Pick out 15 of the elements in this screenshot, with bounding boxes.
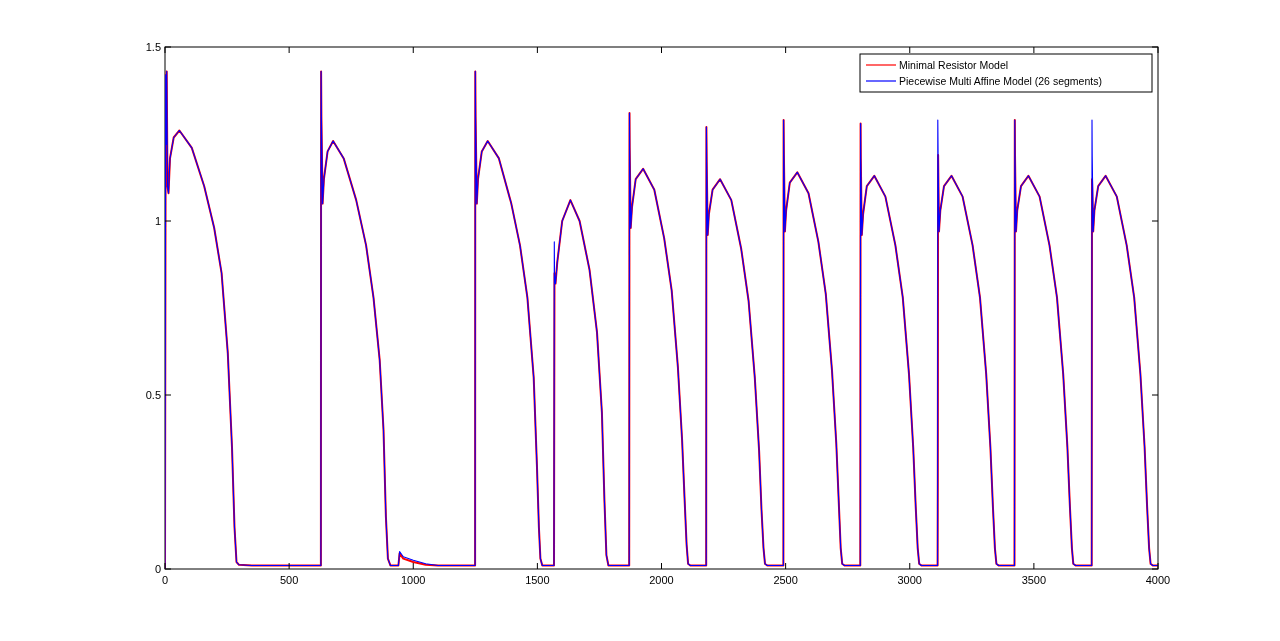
x-tick-label: 3000 bbox=[897, 574, 922, 586]
y-tick-label: 1 bbox=[154, 215, 161, 227]
x-tick-label: 3500 bbox=[1021, 574, 1047, 586]
x-tick-label: 2000 bbox=[649, 574, 674, 586]
x-tick-label: 2500 bbox=[773, 574, 798, 586]
x-tick-label: 0 bbox=[161, 574, 169, 586]
legend-label: Piecewise Multi Affine Model (26 segments) bbox=[899, 75, 1102, 87]
y-tick-label: 0.5 bbox=[145, 389, 161, 401]
x-tick-label: 1500 bbox=[525, 574, 550, 586]
x-tick-label: 1000 bbox=[401, 574, 426, 586]
x-tick-label: 500 bbox=[279, 574, 299, 586]
y-tick-label: 1.5 bbox=[145, 41, 161, 53]
legend-label: Minimal Resistor Model bbox=[899, 59, 1009, 71]
y-tick-label: 0 bbox=[154, 563, 161, 575]
x-tick-label: 4000 bbox=[1145, 574, 1171, 586]
